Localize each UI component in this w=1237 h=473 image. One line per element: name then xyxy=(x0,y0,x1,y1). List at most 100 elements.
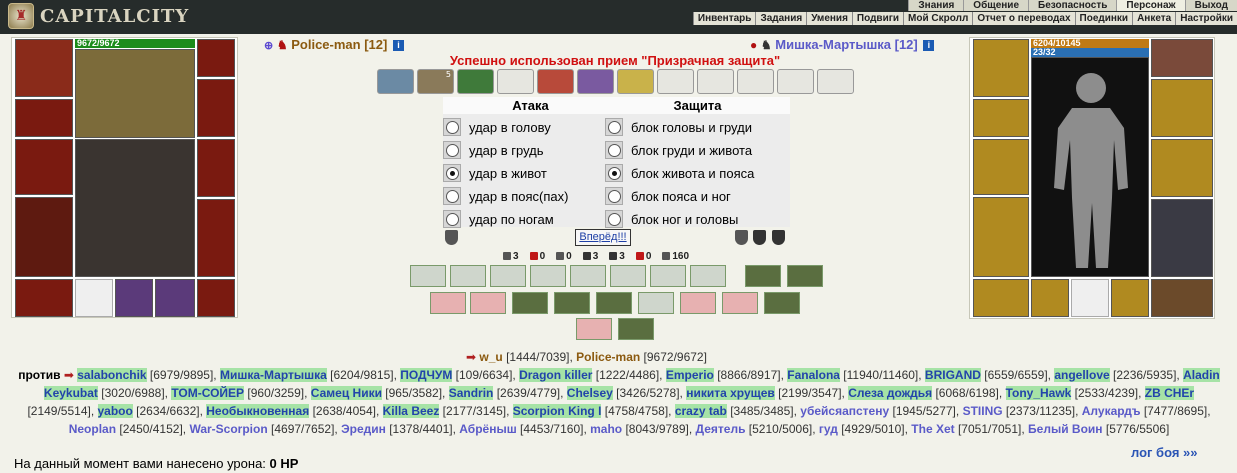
submenu-my-scroll[interactable]: Мой Скролл xyxy=(903,12,972,25)
empty-slot[interactable] xyxy=(75,279,113,317)
skill-icon[interactable] xyxy=(450,265,486,287)
shield-slot[interactable] xyxy=(1151,139,1213,197)
roster-player-link[interactable]: Эредин xyxy=(341,422,386,436)
radio-attack-legs[interactable] xyxy=(445,212,459,226)
skill-icon[interactable] xyxy=(430,292,466,314)
belt-slot[interactable] xyxy=(15,279,73,317)
scroll-slot[interactable] xyxy=(457,69,494,94)
left-player-name[interactable]: ⊕ ♞ Police-man [12] i xyxy=(264,37,404,52)
shield-icon[interactable] xyxy=(735,230,748,245)
roster-player-link[interactable]: maho xyxy=(590,422,622,436)
ring-slot[interactable] xyxy=(115,279,153,317)
roster-player-link[interactable]: Killa Beez xyxy=(382,404,440,418)
pants-slot[interactable] xyxy=(1151,199,1213,277)
radio-defense-2[interactable] xyxy=(607,143,621,157)
roster-player-link[interactable]: Sandrin xyxy=(448,386,494,400)
roster-player-link[interactable]: никита хрущев xyxy=(686,386,775,400)
menu-knowledge[interactable]: Знания xyxy=(908,0,964,11)
submenu-inventory[interactable]: Инвентарь xyxy=(692,12,756,25)
menu-security[interactable]: Безопасность xyxy=(1028,0,1117,11)
skill-icon[interactable] xyxy=(554,292,590,314)
submenu-feats[interactable]: Подвиги xyxy=(851,12,903,25)
armor-slot[interactable] xyxy=(15,139,73,195)
roster-player-link[interactable]: yaboo xyxy=(97,404,133,418)
dragon-icon[interactable] xyxy=(772,230,785,245)
roster-player-link[interactable]: War-Scorpion xyxy=(189,422,267,436)
bracer-slot[interactable] xyxy=(197,79,235,137)
roster-player-link[interactable]: Neoplan xyxy=(69,422,116,436)
roster-player-link[interactable]: salabonchik xyxy=(77,368,147,382)
skill-icon[interactable] xyxy=(610,265,646,287)
roster-player-link[interactable]: Tony_Hawk xyxy=(1005,386,1072,400)
roster-player-link[interactable]: Самец Ники xyxy=(310,386,382,400)
item-slot[interactable] xyxy=(1031,279,1069,317)
submenu-transfers[interactable]: Отчет о переводах xyxy=(972,12,1074,25)
roster-player-link[interactable]: crazy tab xyxy=(674,404,727,418)
scroll-slot[interactable] xyxy=(497,69,534,94)
defense-option-4[interactable]: блок пояса и ног xyxy=(605,187,731,205)
gloves-slot[interactable] xyxy=(197,39,235,77)
rune-grid[interactable] xyxy=(75,49,195,138)
battle-log-link[interactable]: лог боя »» xyxy=(1131,445,1198,460)
info-icon[interactable]: i xyxy=(923,40,935,52)
roster-player-link[interactable]: Слеза дождья xyxy=(848,386,933,400)
right-player-name[interactable]: ● ♞ Мишка-Мартышка [12] i xyxy=(750,37,935,52)
necklace-slot[interactable] xyxy=(973,99,1029,137)
skill-icon[interactable] xyxy=(764,292,800,314)
scroll-slot[interactable] xyxy=(697,69,734,94)
defense-option-5[interactable]: блок ног и головы xyxy=(605,210,738,228)
roster-player-link[interactable]: BRIGAND xyxy=(924,368,981,382)
scroll-slot[interactable] xyxy=(777,69,814,94)
radio-attack-head[interactable] xyxy=(445,120,459,134)
roster-player-link[interactable]: angellove xyxy=(1054,368,1110,382)
boots-slot[interactable] xyxy=(1151,279,1213,317)
radio-attack-belly[interactable] xyxy=(445,166,459,180)
empty-slot[interactable] xyxy=(1071,279,1109,317)
skill-icon[interactable] xyxy=(470,292,506,314)
scroll-slot[interactable] xyxy=(377,69,414,94)
attack-option-legs[interactable]: удар по ногам xyxy=(443,210,554,228)
roster-player-link[interactable]: The Xet xyxy=(911,422,954,436)
defense-option-1[interactable]: блок головы и груди xyxy=(605,118,752,136)
roster-player-link[interactable]: убейсяапстену xyxy=(800,404,889,418)
roster-player-link[interactable]: Алукардъ xyxy=(1082,404,1141,418)
scroll-slot[interactable] xyxy=(657,69,694,94)
scroll-slot[interactable] xyxy=(617,69,654,94)
menu-communication[interactable]: Общение xyxy=(963,0,1028,11)
weapon-slot[interactable] xyxy=(15,197,73,277)
belt-slot[interactable] xyxy=(973,279,1029,317)
defense-option-3[interactable]: блок живота и пояса xyxy=(605,164,754,182)
roster-player-link[interactable]: Fanalona xyxy=(787,368,840,382)
roster-player-link[interactable]: Деятель xyxy=(696,422,746,436)
attack-option-belly[interactable]: удар в живот xyxy=(443,164,547,182)
radio-attack-chest[interactable] xyxy=(445,143,459,157)
info-icon[interactable]: i xyxy=(392,40,404,52)
helmet-slot[interactable] xyxy=(973,39,1029,97)
radio-defense-5[interactable] xyxy=(607,212,621,226)
skill-icon[interactable] xyxy=(618,318,654,340)
logo[interactable]: ♜ CAPITALCITY xyxy=(8,2,189,30)
attack-option-head[interactable]: удар в голову xyxy=(443,118,551,136)
radio-defense-1[interactable] xyxy=(607,120,621,134)
submenu-skills[interactable]: Умения xyxy=(806,12,852,25)
skill-icon[interactable] xyxy=(512,292,548,314)
radio-defense-3[interactable] xyxy=(607,166,621,180)
item-slot[interactable] xyxy=(1111,279,1149,317)
shield-slot[interactable] xyxy=(197,139,235,197)
roster-player-link[interactable]: гуд xyxy=(819,422,838,436)
dragon-icon[interactable] xyxy=(753,230,766,245)
skill-icon[interactable] xyxy=(596,292,632,314)
menu-exit[interactable]: Выход xyxy=(1184,0,1237,11)
roster-player-link[interactable]: Мишка-Мартышка xyxy=(219,368,327,382)
attack-option-groin[interactable]: удар в пояс(пах) xyxy=(443,187,568,205)
radio-attack-groin[interactable] xyxy=(445,189,459,203)
roster-player-link[interactable]: Emperio xyxy=(665,368,714,382)
skill-icon[interactable] xyxy=(722,292,758,314)
skill-icon[interactable] xyxy=(650,265,686,287)
self-link[interactable]: Police-man xyxy=(576,350,640,364)
roster-player-link[interactable]: STIING xyxy=(963,404,1003,418)
necklace-slot[interactable] xyxy=(15,99,73,137)
pants-slot[interactable] xyxy=(197,199,235,277)
right-player-link[interactable]: Мишка-Мартышка [12] xyxy=(775,37,917,52)
roster-player-link[interactable]: Chelsey xyxy=(566,386,613,400)
